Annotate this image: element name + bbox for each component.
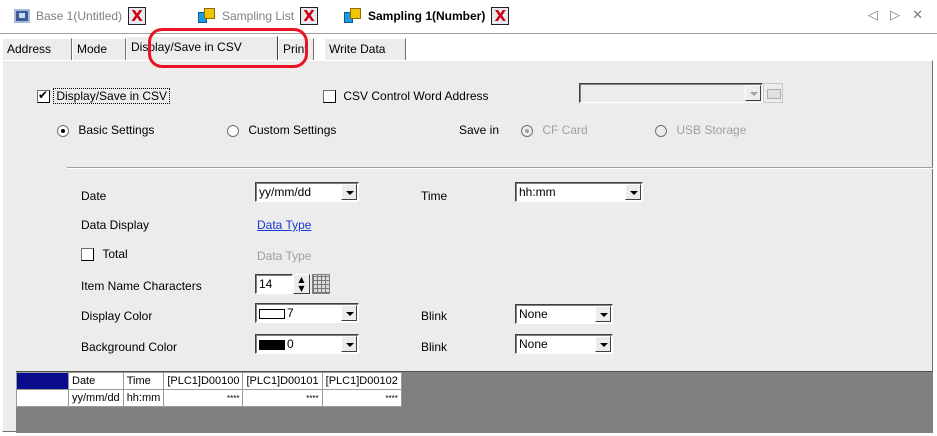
radio-label: USB Storage bbox=[676, 123, 747, 137]
close-icon[interactable]: X bbox=[128, 7, 147, 25]
combo-value: yy/mm/dd bbox=[259, 185, 312, 199]
display-color-label: Display Color bbox=[81, 309, 153, 323]
radio-label: CF Card bbox=[542, 123, 588, 137]
total-data-type-text: Data Type bbox=[257, 249, 312, 263]
tab-address[interactable]: Address bbox=[2, 38, 72, 60]
color-number: 0 bbox=[287, 337, 294, 351]
combo-value: 7 bbox=[259, 306, 294, 320]
combo-value: None bbox=[519, 307, 548, 321]
column-header-date: Date bbox=[68, 372, 124, 390]
sampling-icon bbox=[344, 8, 362, 24]
cell-d00101: **** bbox=[242, 389, 323, 407]
sampling-icon bbox=[198, 8, 216, 24]
combo-value: None bbox=[519, 337, 548, 351]
csv-control-address-combo[interactable] bbox=[579, 83, 763, 103]
blink-label: Blink bbox=[421, 340, 448, 354]
background-color-label: Background Color bbox=[81, 340, 178, 354]
tab-mode[interactable]: Mode bbox=[72, 38, 126, 60]
item-name-characters-stepper[interactable]: ▲ ▼ bbox=[293, 274, 310, 294]
cell-d00100: **** bbox=[163, 389, 244, 407]
document-tab-strip: Base 1(Untitled) X Sampling List X Sampl… bbox=[0, 0, 937, 34]
color-number: 7 bbox=[287, 306, 294, 320]
combo-value: hh:mm bbox=[519, 185, 556, 199]
radio-unselected[interactable] bbox=[227, 124, 239, 137]
display-color-combo[interactable]: 7 bbox=[255, 303, 359, 323]
chevron-down-icon[interactable] bbox=[595, 306, 611, 322]
table-header-row: Date Time [PLC1]D00100 [PLC1]D00101 [PLC… bbox=[16, 372, 402, 390]
display-save-csv-checkbox[interactable]: Display/Save in CSV bbox=[37, 88, 171, 104]
radio-label: Basic Settings bbox=[78, 123, 155, 137]
radio-selected[interactable] bbox=[57, 124, 69, 137]
save-in-label: Save in bbox=[459, 123, 500, 137]
csv-control-word-checkbox[interactable]: CSV Control Word Address bbox=[323, 89, 489, 104]
checkbox-unchecked[interactable] bbox=[323, 90, 336, 104]
chevron-down-icon[interactable] bbox=[745, 85, 761, 101]
tab-scroll-close-icons[interactable]: ◁ ▷ ✕ bbox=[868, 8, 927, 23]
basic-settings-radio[interactable]: Basic Settings bbox=[57, 123, 154, 137]
cell-d00102: **** bbox=[321, 389, 402, 407]
data-display-label: Data Display bbox=[81, 218, 150, 232]
doc-tab-label: Sampling List bbox=[222, 9, 295, 23]
checkbox-label: CSV Control Word Address bbox=[343, 89, 489, 103]
column-header-d00100: [PLC1]D00100 bbox=[163, 372, 244, 390]
close-icon[interactable]: X bbox=[491, 7, 510, 25]
csv-preview-area: Date Time [PLC1]D00100 [PLC1]D00101 [PLC… bbox=[16, 371, 933, 433]
checkbox-unchecked[interactable] bbox=[81, 248, 94, 262]
tab-print[interactable]: Print bbox=[278, 38, 314, 60]
time-format-combo[interactable]: hh:mm bbox=[515, 182, 643, 202]
cf-card-radio[interactable]: CF Card bbox=[521, 123, 588, 137]
input-value: 14 bbox=[259, 277, 273, 291]
screen-icon bbox=[14, 9, 30, 23]
chevron-down-icon[interactable] bbox=[341, 305, 357, 321]
checkbox-label: Total bbox=[102, 247, 128, 261]
custom-settings-radio[interactable]: Custom Settings bbox=[227, 123, 336, 137]
chevron-down-icon[interactable] bbox=[341, 336, 357, 352]
keypad-grid-icon[interactable] bbox=[312, 274, 330, 294]
stepper-down-icon[interactable]: ▼ bbox=[294, 284, 309, 293]
chevron-down-icon[interactable] bbox=[625, 184, 641, 200]
column-header-d00101: [PLC1]D00101 bbox=[242, 372, 323, 390]
item-name-characters-input[interactable]: 14 bbox=[255, 274, 293, 294]
csv-preview-table: Date Time [PLC1]D00100 [PLC1]D00101 [PLC… bbox=[16, 372, 402, 407]
date-label: Date bbox=[81, 189, 107, 203]
chevron-down-icon[interactable] bbox=[341, 184, 357, 200]
separator bbox=[67, 167, 933, 169]
date-format-combo[interactable]: yy/mm/dd bbox=[255, 182, 359, 202]
table-row: yy/mm/dd hh:mm **** **** **** bbox=[16, 389, 402, 407]
time-label: Time bbox=[421, 189, 448, 203]
doc-tab-label: Sampling 1(Number) bbox=[368, 9, 486, 23]
combo-value: 0 bbox=[259, 337, 294, 351]
color-swatch bbox=[259, 339, 285, 350]
item-name-characters-label: Item Name Characters bbox=[81, 279, 202, 293]
doc-tab-sampling1[interactable]: Sampling 1(Number) X bbox=[344, 4, 510, 28]
radio-unselected-disabled[interactable] bbox=[655, 124, 667, 137]
display-blink-combo[interactable]: None bbox=[515, 304, 613, 324]
doc-tab-label: Base 1(Untitled) bbox=[36, 9, 123, 23]
stepper-up-icon[interactable]: ▲ bbox=[294, 275, 309, 284]
background-color-combo[interactable]: 0 bbox=[255, 334, 359, 354]
radio-label: Custom Settings bbox=[248, 123, 337, 137]
column-header-time: Time bbox=[122, 372, 165, 390]
row-header[interactable] bbox=[16, 389, 69, 407]
chevron-down-icon[interactable] bbox=[595, 336, 611, 352]
radio-selected-disabled[interactable] bbox=[521, 124, 533, 137]
keypad-icon[interactable] bbox=[763, 83, 783, 103]
close-icon[interactable]: X bbox=[300, 7, 319, 25]
usb-storage-radio[interactable]: USB Storage bbox=[655, 123, 746, 137]
tab-display-save-csv[interactable]: Display/Save in CSV bbox=[126, 36, 278, 60]
cell-time: hh:mm bbox=[122, 389, 165, 407]
blink-label: Blink bbox=[421, 309, 448, 323]
doc-tab-sampling-list[interactable]: Sampling List X bbox=[198, 4, 319, 28]
column-header-d00102: [PLC1]D00102 bbox=[321, 372, 402, 390]
checkbox-label: Display/Save in CSV bbox=[53, 88, 171, 104]
color-swatch bbox=[259, 308, 285, 319]
tab-write-data[interactable]: Write Data bbox=[324, 38, 406, 60]
data-type-link[interactable]: Data Type bbox=[257, 218, 311, 232]
selected-row-header[interactable] bbox=[16, 372, 69, 390]
total-checkbox[interactable]: Total bbox=[81, 247, 128, 262]
checkbox-checked[interactable] bbox=[37, 88, 50, 104]
background-blink-combo[interactable]: None bbox=[515, 334, 613, 354]
doc-tab-base1[interactable]: Base 1(Untitled) X bbox=[14, 4, 147, 28]
cell-date: yy/mm/dd bbox=[68, 389, 124, 407]
